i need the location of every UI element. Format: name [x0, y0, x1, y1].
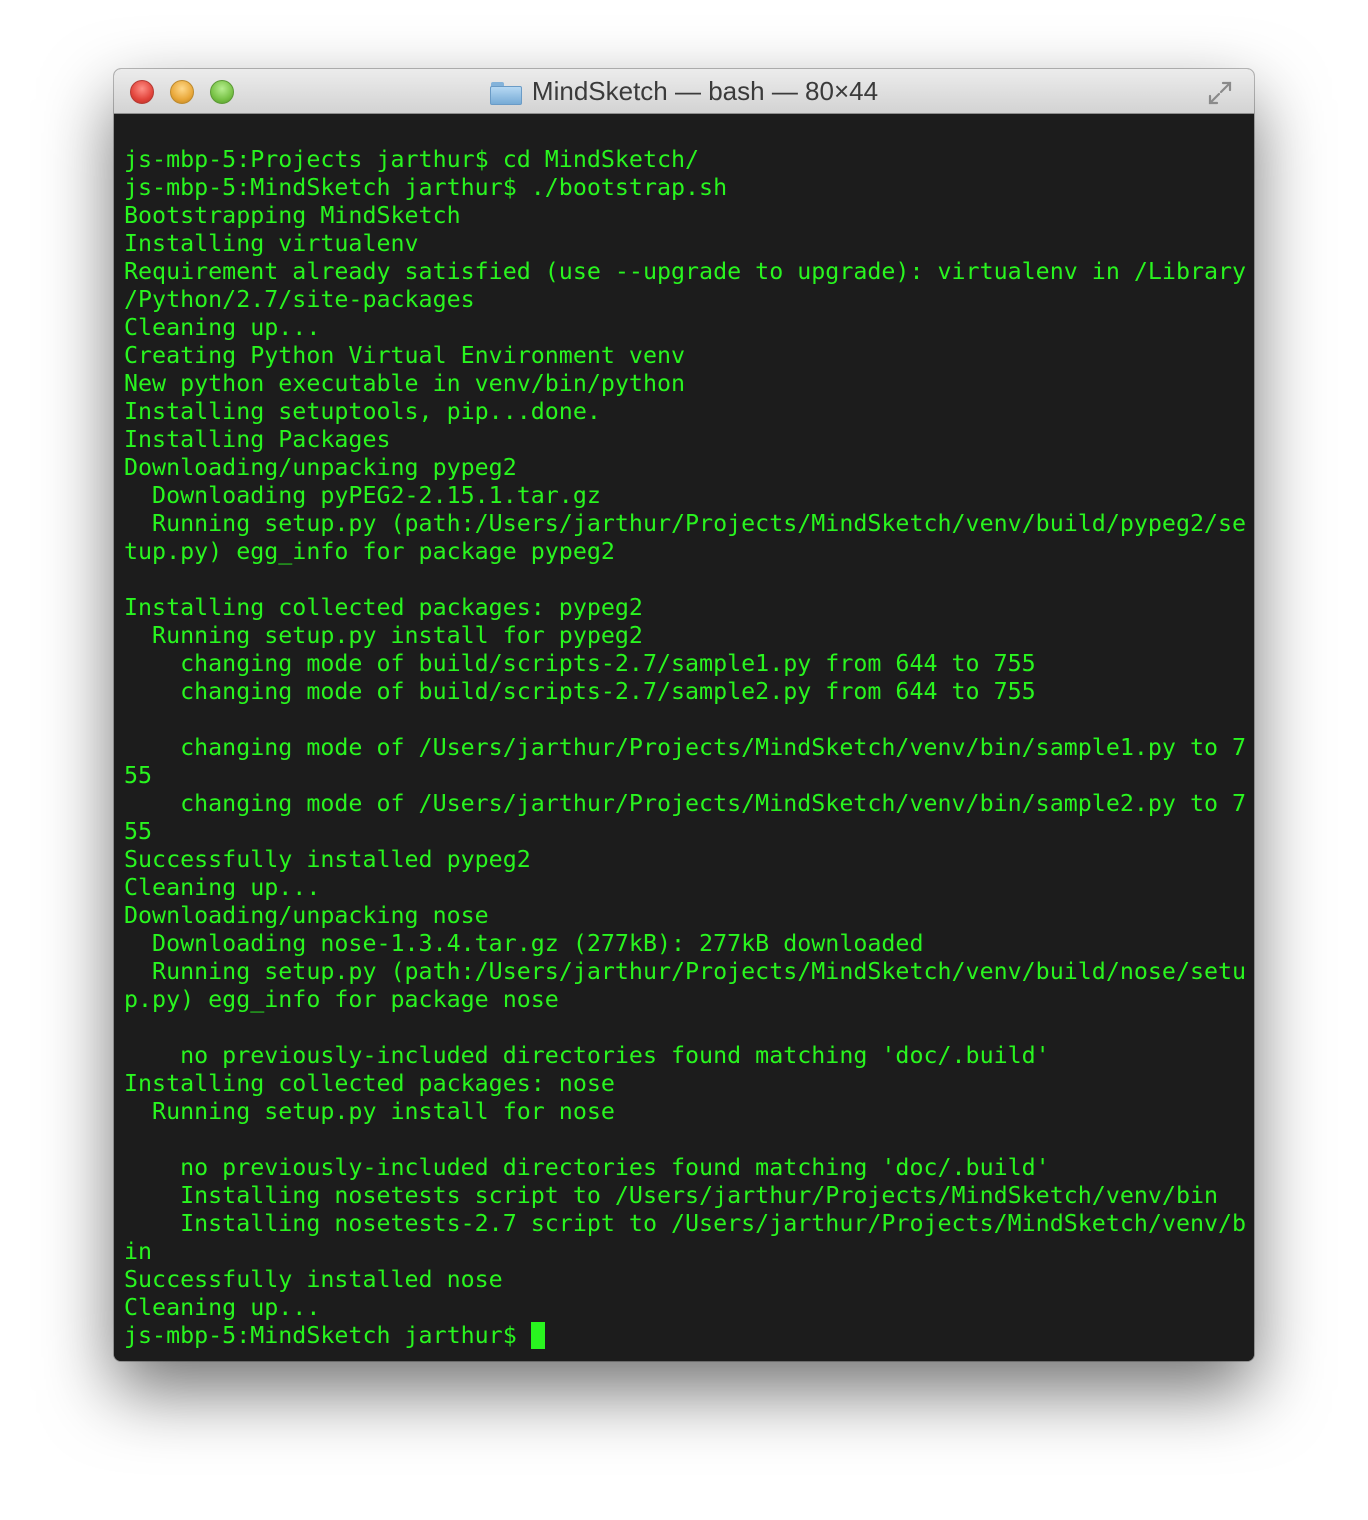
terminal-line: Running setup.py install for pypeg2: [124, 622, 643, 649]
terminal-line: /Python/2.7/site-packages: [124, 286, 475, 313]
window-title: MindSketch — bash — 80×44: [531, 76, 879, 106]
terminal-line: no previously-included directories found…: [124, 1042, 1050, 1069]
terminal-line: changing mode of /Users/jarthur/Projects…: [124, 734, 1247, 761]
terminal-line: Downloading/unpacking nose: [124, 902, 489, 929]
terminal-line: Downloading/unpacking pypeg2: [124, 454, 517, 481]
terminal-line: Cleaning up...: [124, 314, 321, 341]
fullscreen-icon[interactable]: [1206, 79, 1234, 107]
text-cursor: [530, 1322, 545, 1349]
terminal-line: Downloading nose-1.3.4.tar.gz (277kB): 2…: [124, 930, 924, 957]
terminal-line: Installing virtualenv: [124, 230, 419, 257]
folder-icon: [489, 81, 522, 105]
terminal-line: tup.py) egg_info for package pypeg2: [124, 538, 615, 565]
terminal-line: Bootstrapping MindSketch: [124, 202, 461, 229]
terminal-line: Installing collected packages: pypeg2: [124, 594, 643, 621]
terminal-line: 55: [124, 762, 153, 789]
terminal-line: Running setup.py (path:/Users/jarthur/Pr…: [124, 510, 1247, 537]
terminal-line: Installing setuptools, pip...done.: [124, 398, 601, 425]
terminal-line: Downloading pyPEG2-2.15.1.tar.gz: [124, 482, 601, 509]
terminal-line: js-mbp-5:MindSketch jarthur$ ./bootstrap…: [124, 174, 728, 201]
terminal-line: no previously-included directories found…: [124, 1154, 1050, 1181]
terminal-output: js-mbp-5:Projects jarthur$ cd MindSketch…: [124, 146, 1246, 1350]
terminal-line: Successfully installed nose: [124, 1266, 503, 1293]
terminal-line: js-mbp-5:Projects jarthur$ cd MindSketch…: [124, 146, 700, 173]
prompt-line: js-mbp-5:MindSketch jarthur$: [124, 1322, 1246, 1350]
title-bar[interactable]: MindSketch — bash — 80×44: [114, 69, 1254, 114]
terminal-line: Successfully installed pypeg2: [124, 846, 531, 873]
terminal-line: Installing nosetests script to /Users/ja…: [124, 1182, 1219, 1209]
terminal-line: changing mode of build/scripts-2.7/sampl…: [124, 650, 1036, 677]
terminal-line: changing mode of /Users/jarthur/Projects…: [124, 790, 1247, 817]
title-group: MindSketch — bash — 80×44: [114, 69, 1254, 114]
terminal-line: New python executable in venv/bin/python: [124, 370, 686, 397]
terminal-view[interactable]: js-mbp-5:Projects jarthur$ cd MindSketch…: [114, 114, 1254, 1361]
terminal-line: 55: [124, 818, 153, 845]
terminal-line: Cleaning up...: [124, 1294, 321, 1321]
terminal-line: Creating Python Virtual Environment venv: [124, 342, 686, 369]
terminal-line: Requirement already satisfied (use --upg…: [124, 258, 1247, 285]
terminal-line: Running setup.py install for nose: [124, 1098, 615, 1125]
terminal-line: changing mode of build/scripts-2.7/sampl…: [124, 678, 1036, 705]
terminal-line: p.py) egg_info for package nose: [124, 986, 559, 1013]
terminal-line: in: [124, 1238, 153, 1265]
terminal-line: Installing collected packages: nose: [124, 1070, 615, 1097]
shell-prompt: js-mbp-5:MindSketch jarthur$: [124, 1322, 531, 1349]
terminal-window: MindSketch — bash — 80×44 js-mbp-5:Proje…: [114, 69, 1254, 1361]
terminal-line: Running setup.py (path:/Users/jarthur/Pr…: [124, 958, 1247, 985]
terminal-line: Cleaning up...: [124, 874, 321, 901]
terminal-line: Installing nosetests-2.7 script to /User…: [124, 1210, 1247, 1237]
terminal-line: Installing Packages: [124, 426, 391, 453]
